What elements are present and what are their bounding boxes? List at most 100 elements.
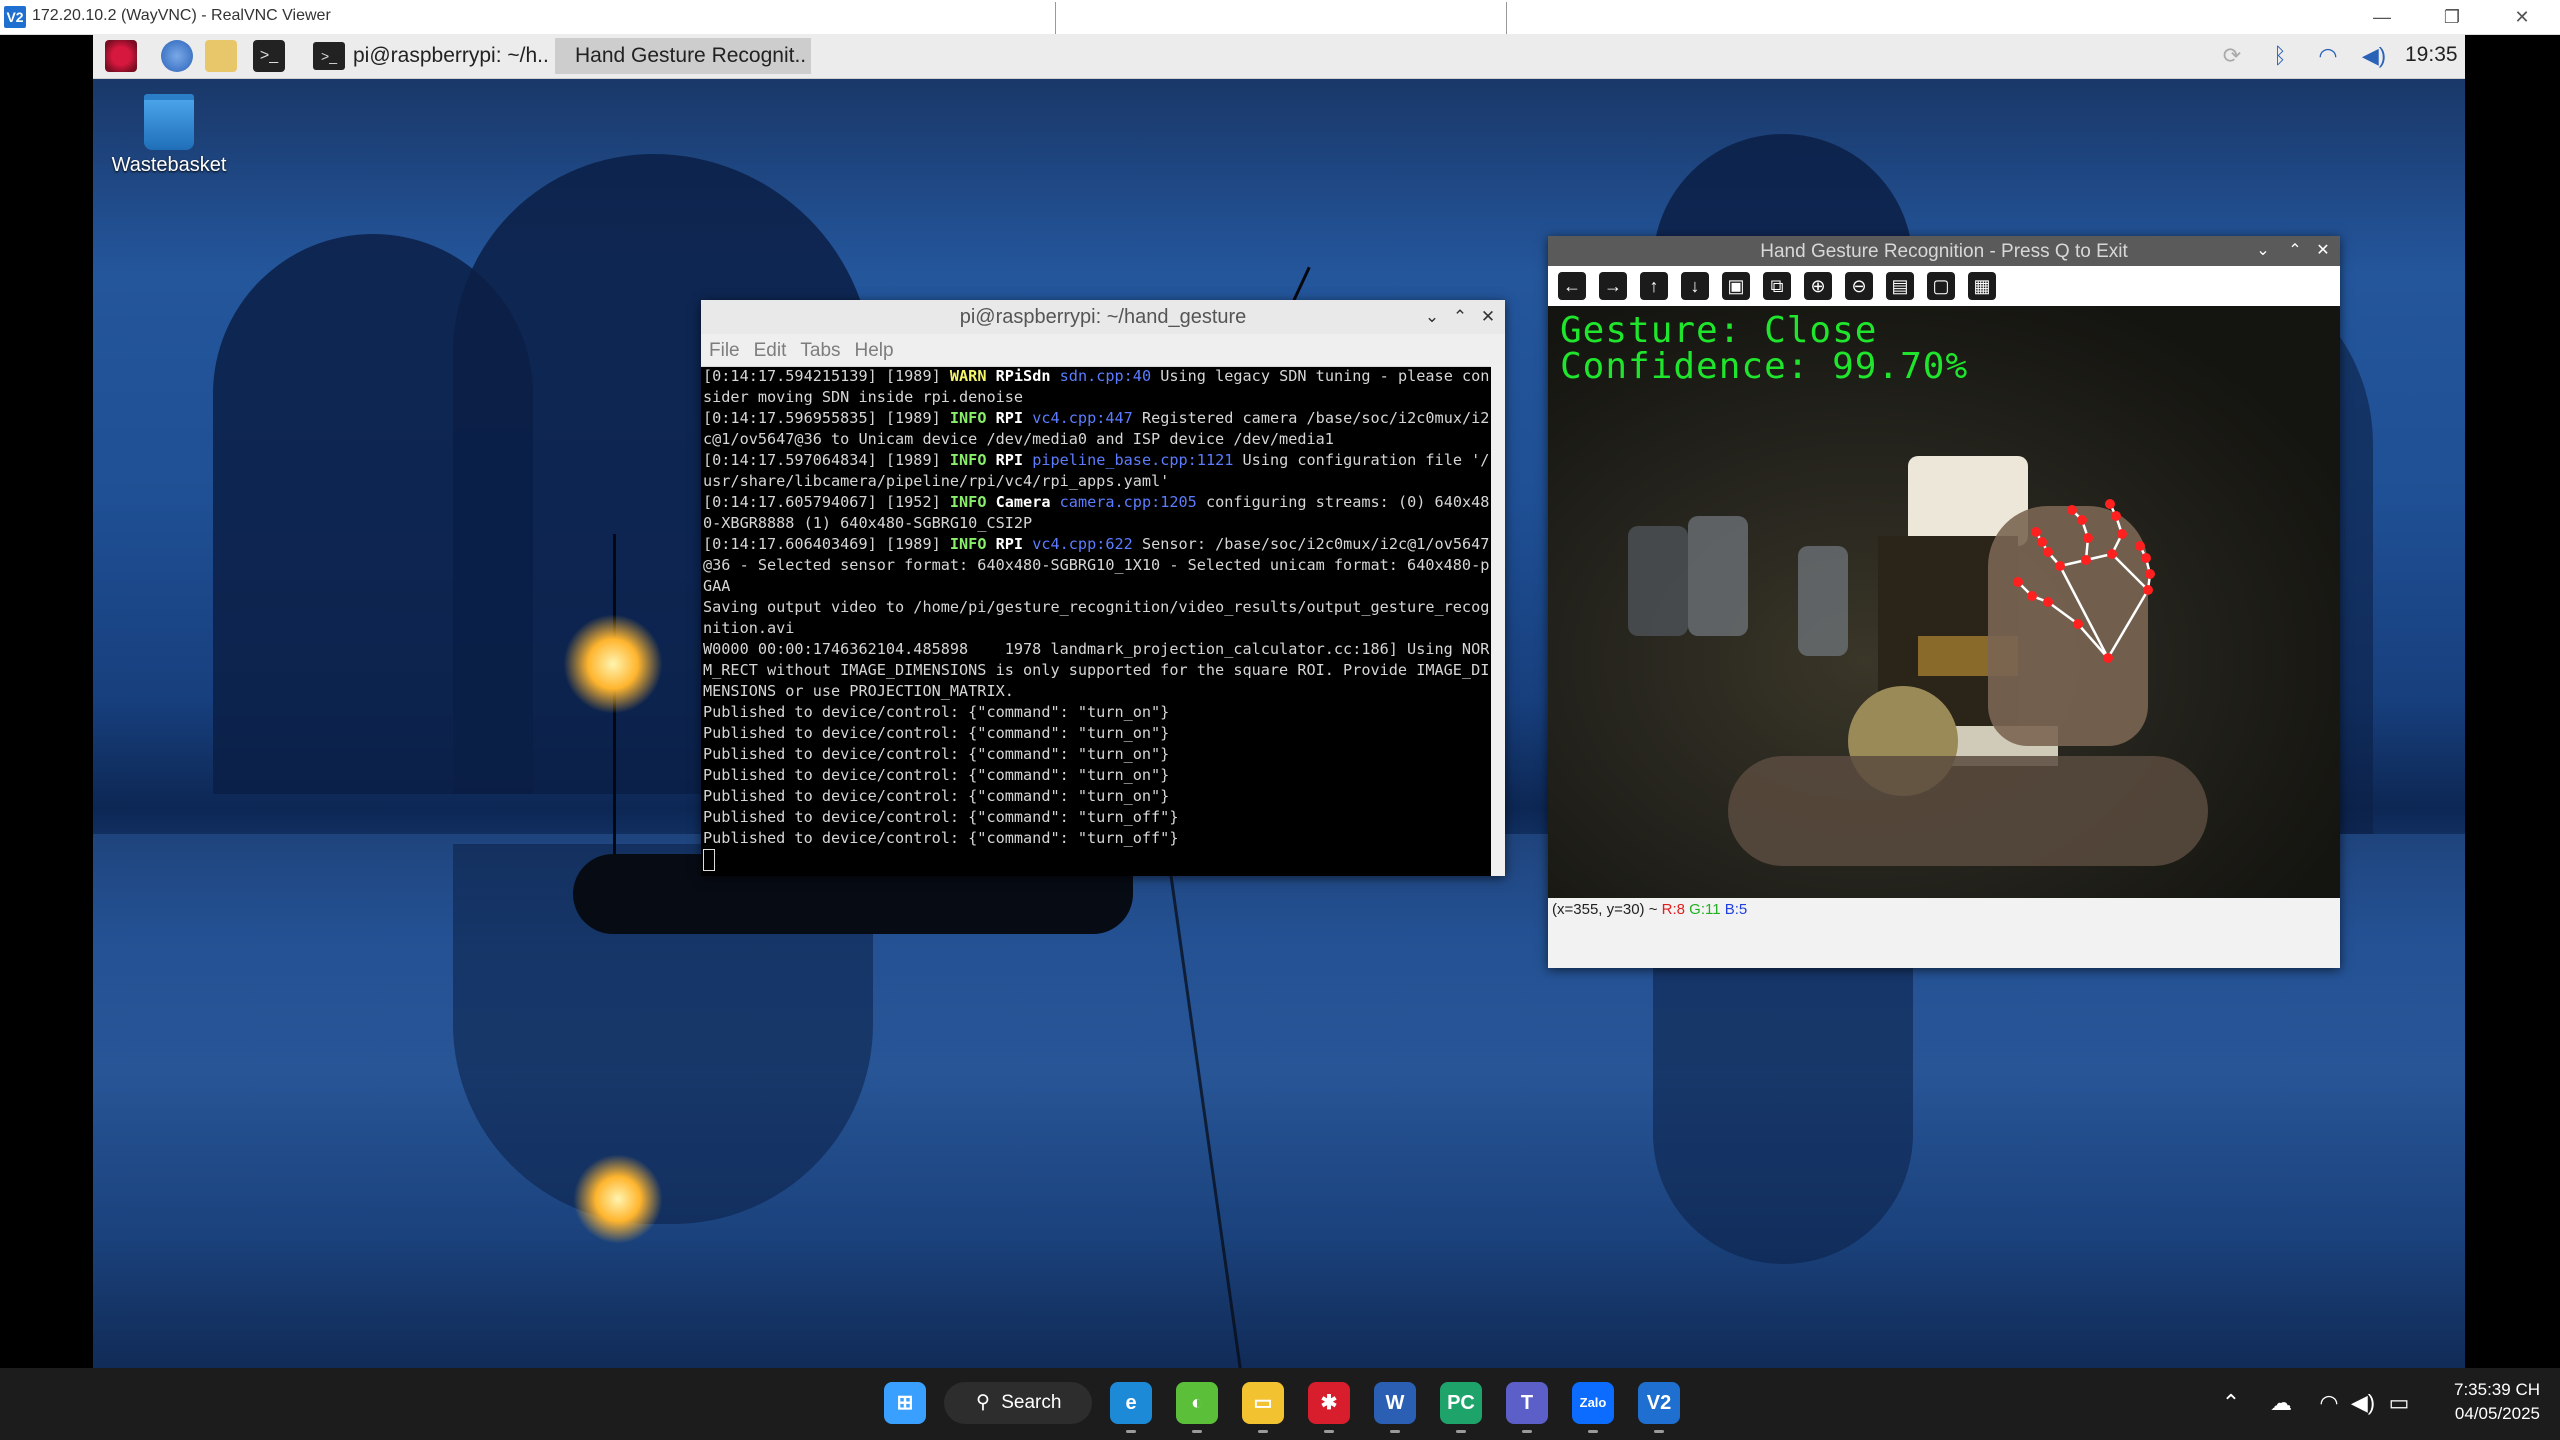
zoom-in-icon[interactable]: ⊕ [1804, 272, 1832, 300]
desktop-icon-wastebasket[interactable]: Wastebasket [109, 94, 229, 177]
vnc-window-title: 172.20.10.2 (WayVNC) - RealVNC Viewer [32, 7, 331, 24]
terminal-line: Published to device/control: {"command":… [703, 787, 1170, 805]
arrow-left-icon[interactable]: ← [1558, 272, 1586, 300]
desktop-icon-label: Wastebasket [111, 154, 227, 176]
terminal-menubar: File Edit Tabs Help [701, 334, 1505, 367]
running-indicator [1324, 1430, 1334, 1433]
teams-icon[interactable]: T [1506, 1382, 1548, 1424]
landmark-point [2103, 653, 2113, 663]
arrow-up-icon[interactable]: ↑ [1640, 272, 1668, 300]
log-level: INFO [949, 535, 987, 553]
file-explorer-icon[interactable]: ▭ [1242, 1382, 1284, 1424]
gesture-window[interactable]: Hand Gesture Recognition - Press Q to Ex… [1548, 236, 2340, 968]
running-indicator [1390, 1430, 1400, 1433]
terminal-cursor [703, 849, 715, 871]
copy-icon[interactable]: ▢ [1927, 272, 1955, 300]
search-icon: ⚲ [976, 1392, 990, 1413]
terminal-title: pi@raspberrypi: ~/hand_gesture [959, 306, 1247, 328]
remote-desktop[interactable]: >_ >_ pi@raspberrypi: ~/h.. Hand Gesture … [93, 34, 2465, 1368]
zoom-fit-icon[interactable]: ▣ [1722, 272, 1750, 300]
minimize-button[interactable]: ⌄ [2250, 238, 2276, 264]
search-label: Search [1001, 1392, 1062, 1413]
taskbar-search[interactable]: ⚲ Search [944, 1382, 1092, 1424]
zoom-out-icon[interactable]: ⊖ [1845, 272, 1873, 300]
terminal-launcher-icon[interactable]: >_ [253, 40, 285, 72]
arrow-down-icon[interactable]: ↓ [1681, 272, 1709, 300]
zalo-icon[interactable]: Zalo [1572, 1382, 1614, 1424]
web-browser-icon[interactable] [161, 40, 193, 72]
log-category: RPiSdn [995, 367, 1051, 385]
bluetooth-icon[interactable]: ᛒ [2265, 42, 2295, 70]
volume-icon[interactable]: ◀) [2359, 42, 2389, 70]
menu-edit[interactable]: Edit [754, 340, 787, 362]
terminal-scrollbar[interactable] [1491, 366, 1505, 876]
pycharm-icon[interactable]: PC [1440, 1382, 1482, 1424]
running-indicator [1588, 1430, 1598, 1433]
landmark-point [2013, 577, 2023, 587]
updater-icon[interactable]: ⟳ [2217, 42, 2247, 70]
menu-tabs[interactable]: Tabs [800, 340, 840, 362]
log-timestamp: [0:14:17.606403469] [1989] [703, 535, 950, 553]
zoom-original-icon[interactable]: ⧉ [1763, 272, 1791, 300]
terminal-line: [0:14:17.596955835] [1989] INFO RPI vc4.… [703, 408, 1491, 450]
close-button[interactable]: ✕ [1475, 304, 1501, 330]
log-timestamp: [0:14:17.596955835] [1989] [703, 409, 950, 427]
raspberry-menu-icon[interactable] [105, 40, 137, 72]
gesture-window-titlebar[interactable]: Hand Gesture Recognition - Press Q to Ex… [1548, 236, 2340, 266]
pi-clock[interactable]: 19:35 [2405, 43, 2458, 67]
menu-file[interactable]: File [709, 340, 740, 362]
landmark-point [2027, 591, 2037, 601]
chevron-up-icon[interactable]: ⌃ [2216, 1390, 2246, 1416]
terminal-line: Published to device/control: {"command":… [703, 703, 1170, 721]
restore-button[interactable]: ❐ [2422, 2, 2482, 32]
battery-icon[interactable]: ▭ [2384, 1390, 2414, 1416]
log-category: RPI [995, 535, 1024, 553]
minimize-button[interactable]: ⌄ [1419, 304, 1445, 330]
close-button[interactable]: ✕ [2310, 238, 2336, 264]
hand-landmarks [2013, 499, 2155, 663]
landmark-point [2055, 561, 2065, 571]
word-icon[interactable]: W [1374, 1382, 1416, 1424]
maximize-button[interactable]: ⌃ [1447, 304, 1473, 330]
running-indicator [1258, 1430, 1268, 1433]
minimize-button[interactable]: — [2352, 2, 2412, 32]
taskbar-task-gesture-window[interactable]: Hand Gesture Recognit.. [555, 38, 811, 74]
wifi-icon[interactable]: ◠ [2313, 42, 2343, 70]
close-button[interactable]: ✕ [2492, 2, 2552, 32]
image-toolbar: ← → ↑ ↓ ▣ ⧉ ⊕ ⊖ ▤ ▢ ▦ [1548, 266, 2340, 306]
volume-icon[interactable]: ◀) [2348, 1390, 2378, 1416]
maximize-button[interactable]: ⌃ [2282, 238, 2308, 264]
landmark-point [2043, 547, 2053, 557]
log-source: vc4.cpp:447 [1032, 409, 1133, 427]
landmark-point [2143, 585, 2153, 595]
gesture-window-title: Hand Gesture Recognition - Press Q to Ex… [1760, 241, 2128, 262]
wifi-icon[interactable]: ◠ [2314, 1390, 2344, 1416]
edge-icon[interactable]: e [1110, 1382, 1152, 1424]
start-icon[interactable]: ⊞ [884, 1382, 926, 1424]
system-clock[interactable]: 7:35:39 CH 04/05/2025 [2430, 1378, 2540, 1426]
realvnc-icon[interactable]: V2 [1638, 1382, 1680, 1424]
landmark-point [2083, 533, 2093, 543]
terminal-output[interactable]: [0:14:17.594215139] [1989] WARN RPiSdn s… [703, 366, 1491, 876]
landmark-point [2067, 505, 2077, 515]
terminal-titlebar[interactable]: pi@raspberrypi: ~/hand_gesture ⌄ ⌃ ✕ [701, 300, 1505, 334]
copilot-icon[interactable]: ◐ [1176, 1382, 1218, 1424]
terminal-line: Published to device/control: {"command":… [703, 766, 1170, 784]
arrow-right-icon[interactable]: → [1599, 272, 1627, 300]
properties-icon[interactable]: ▦ [1968, 272, 1996, 300]
terminal-window[interactable]: pi@raspberrypi: ~/hand_gesture ⌄ ⌃ ✕ Fil… [701, 300, 1505, 876]
log-level: INFO [949, 409, 987, 427]
camera-frame[interactable]: Gesture: Close Confidence: 99.70% [1548, 306, 2340, 898]
terminal-line: [0:14:17.594215139] [1989] WARN RPiSdn s… [703, 366, 1491, 408]
log-source: pipeline_base.cpp:1121 [1032, 451, 1234, 469]
taskbar-task-label: Hand Gesture Recognit.. [575, 44, 807, 67]
app-icon[interactable]: ✱ [1308, 1382, 1350, 1424]
save-icon[interactable]: ▤ [1886, 272, 1914, 300]
onedrive-icon[interactable]: ☁ [2266, 1390, 2296, 1416]
menu-help[interactable]: Help [855, 340, 894, 362]
status-green: G:11 [1689, 901, 1721, 918]
log-category: Camera [995, 493, 1051, 511]
status-blue: B:5 [1724, 901, 1748, 918]
file-manager-icon[interactable] [205, 40, 237, 72]
log-timestamp: [0:14:17.605794067] [1952] [703, 493, 950, 511]
